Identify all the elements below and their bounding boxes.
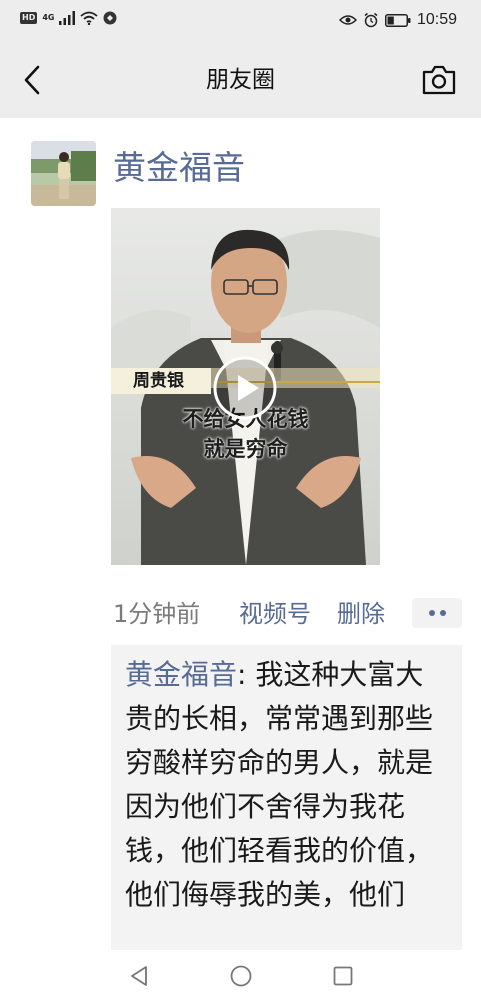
status-right: 10:59 [338,10,457,30]
comment-separator: : [237,658,256,691]
more-dots-icon [429,610,435,616]
eye-comfort-icon [338,15,357,25]
system-nav-bar [0,950,481,1000]
comment-author[interactable]: 黄金福音 [125,658,237,691]
comment-box: 黄金福音: 我这种大富大贵的长相，常常遇到那些穷酸样穷命的男人，就是因为他们不舍… [111,645,462,965]
square-recents-icon [333,966,353,986]
post-time: 1分钟前 [113,600,201,628]
video-overlay-name: 周贵银 [133,371,184,391]
video-channel-link[interactable]: 视频号 [239,596,323,632]
camera-icon [422,65,456,95]
battery-icon [384,13,411,27]
status-bar: HD 4G 10:59 [0,0,481,42]
system-recents-button[interactable] [331,964,355,988]
video-thumbnail[interactable]: 周贵银 不给女人花钱 就是穷命 [111,208,380,565]
comment-text: 我这种大富大贵的长相，常常遇到那些穷酸样穷命的男人，就是因为他们不舍得为我花钱，… [125,658,434,911]
triangle-back-icon [131,966,147,986]
delete-button[interactable]: 删除 [337,596,385,632]
wifi-icon [80,11,99,25]
avatar-image [31,141,96,206]
author-avatar[interactable] [31,141,96,206]
status-left: HD 4G [20,11,117,25]
hd-badge: HD [20,12,38,24]
system-back-button[interactable] [127,964,151,988]
video-overlay-caption-2: 就是穷命 [203,437,288,461]
camera-button[interactable] [421,64,457,96]
alarm-icon [364,12,378,28]
play-icon [213,356,277,420]
location-service-icon [103,11,117,25]
clock: 10:59 [416,11,457,28]
comment-item[interactable]: 黄金福音: 我这种大富大贵的长相，常常遇到那些穷酸样穷命的男人，就是因为他们不舍… [125,653,447,917]
circle-home-icon [230,965,252,987]
more-button[interactable] [412,598,462,628]
system-home-button[interactable] [229,964,253,988]
play-button[interactable] [212,355,278,421]
page-title: 朋友圈 [206,67,275,93]
network-type: 4G [42,13,55,22]
post-meta-row: 1分钟前 视频号 删除 [113,596,465,632]
signal-icon [59,11,76,25]
author-name[interactable]: 黄金福音 [113,146,245,190]
more-dots-icon [440,610,446,616]
top-nav-bar: 朋友圈 [0,42,481,118]
